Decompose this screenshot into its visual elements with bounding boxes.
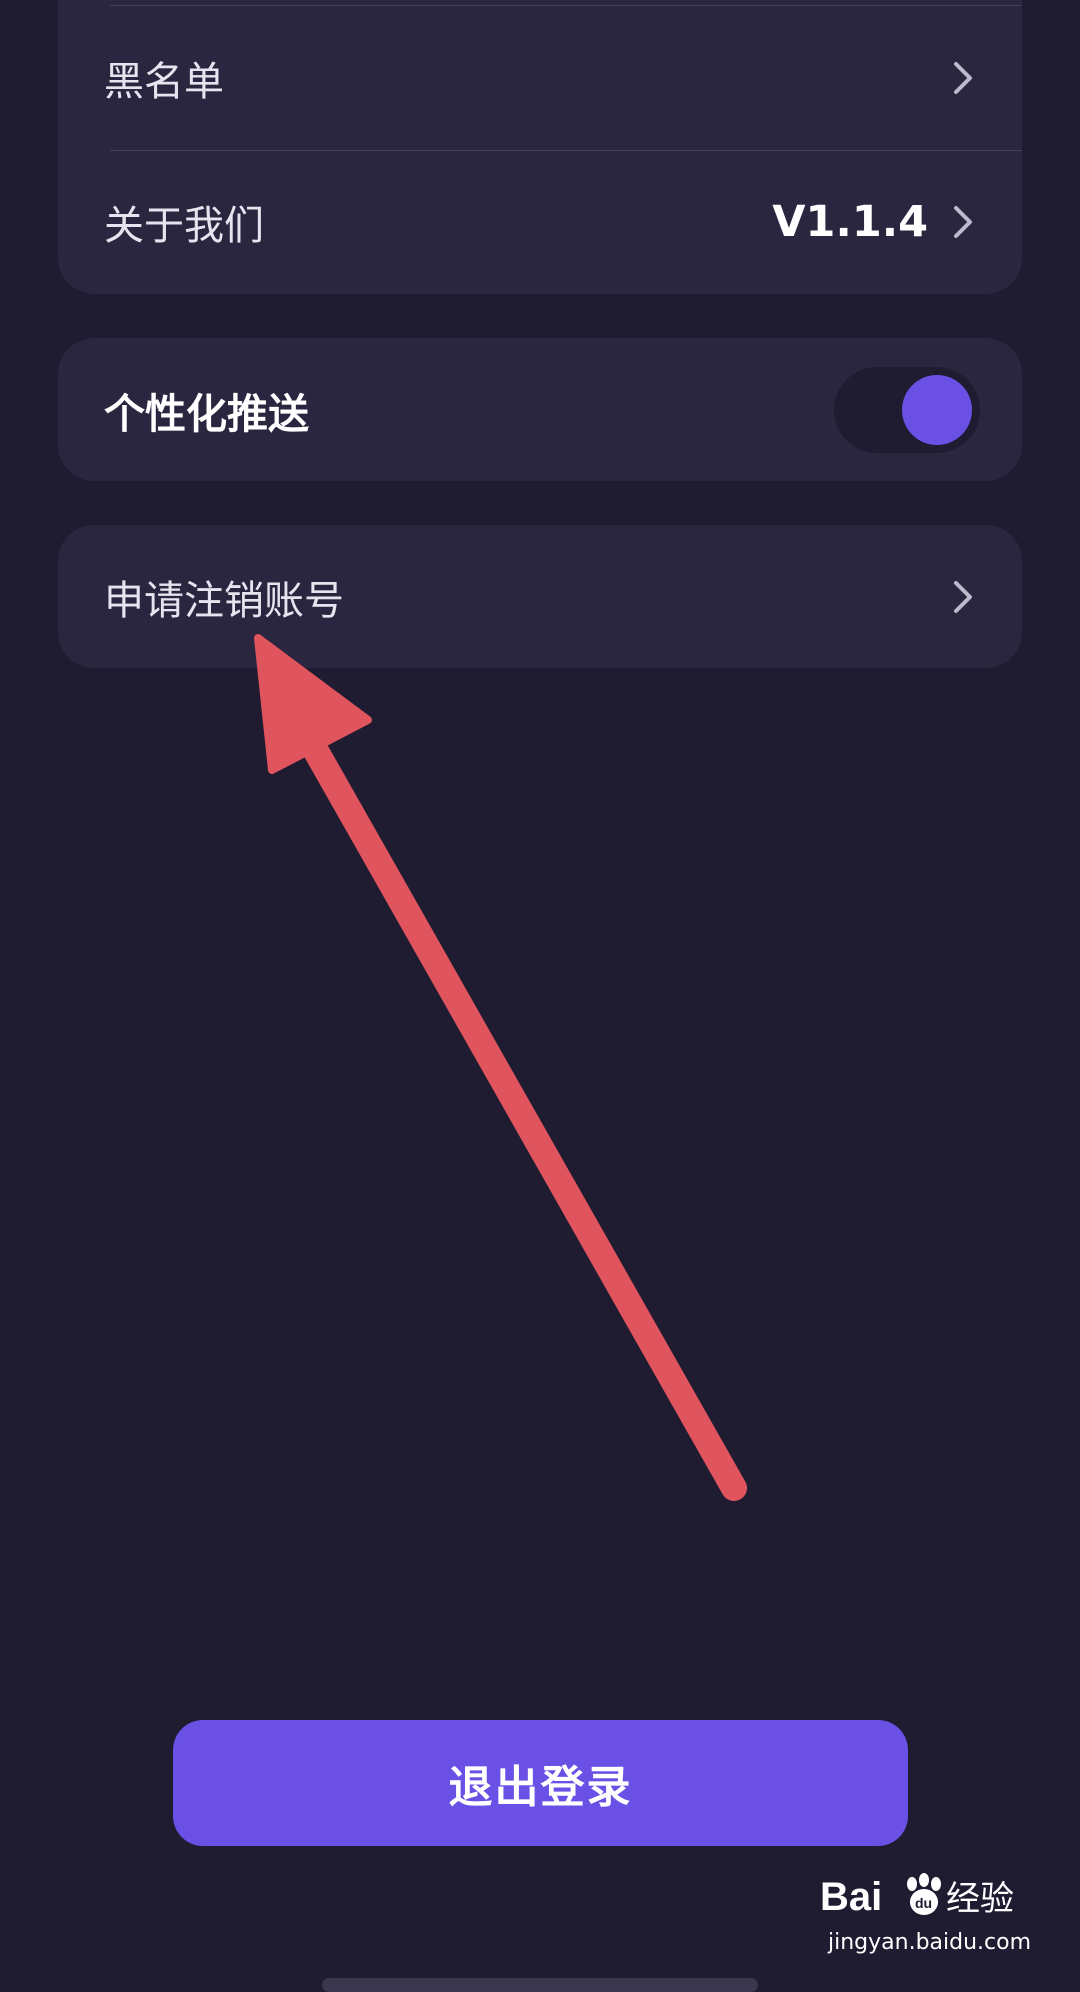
cancel-account-label: 申请注销账号 — [104, 577, 344, 624]
push-row: 个性化推送 — [58, 338, 1022, 481]
watermark: Bai du 经验 jingyan.baidu.com — [820, 1870, 1031, 1965]
chevron-right-icon — [948, 577, 978, 617]
baidu-logo-icon: Bai du 经验 — [820, 1873, 1014, 1919]
version-text: V1.1.4 — [772, 197, 928, 247]
push-label: 个性化推送 — [104, 389, 309, 438]
blacklist-row[interactable]: 黑名单 — [58, 5, 1022, 150]
svg-text:du: du — [915, 1895, 932, 1911]
cancel-account-card[interactable]: 申请注销账号 — [58, 525, 1022, 668]
svg-text:经验: 经验 — [946, 1879, 1014, 1919]
svg-text:Bai: Bai — [820, 1875, 882, 1919]
settings-card-top: 黑名单 关于我们 V1.1.4 — [58, 0, 1022, 294]
chevron-right-icon — [948, 58, 978, 98]
home-indicator[interactable] — [322, 1978, 758, 1992]
toggle-knob — [902, 375, 972, 445]
logout-button[interactable]: 退出登录 — [173, 1720, 908, 1846]
blacklist-label: 黑名单 — [104, 58, 224, 105]
about-row[interactable]: 关于我们 V1.1.4 — [58, 150, 1022, 294]
push-toggle[interactable] — [834, 367, 980, 453]
push-card: 个性化推送 — [58, 338, 1022, 481]
watermark-url: jingyan.baidu.com — [828, 1930, 1032, 1955]
cancel-account-row[interactable]: 申请注销账号 — [58, 525, 1022, 668]
about-label: 关于我们 — [104, 203, 264, 249]
arrow-annotation-icon — [254, 634, 747, 1501]
chevron-right-icon — [948, 202, 978, 242]
